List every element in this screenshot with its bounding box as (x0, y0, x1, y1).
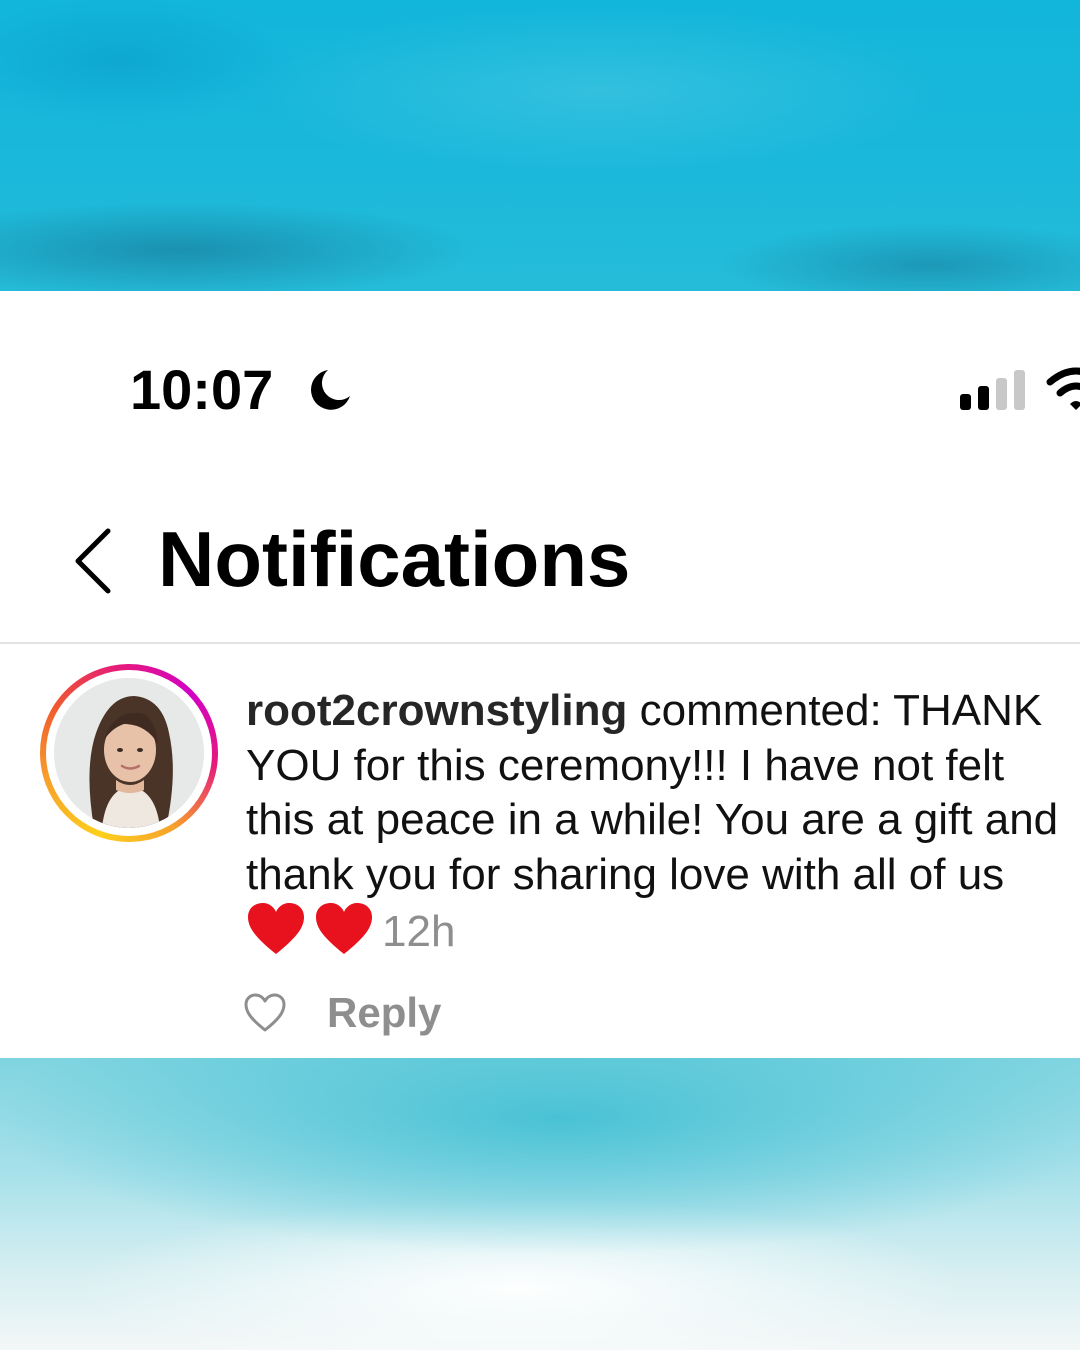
page-title: Notifications (158, 515, 631, 603)
ocean-background-top (0, 0, 1080, 291)
timestamp: 12h (382, 907, 456, 956)
avatar-portrait (54, 678, 204, 828)
red-heart-emoji (248, 903, 304, 954)
action-text: commented: (627, 686, 882, 735)
avatar[interactable] (54, 678, 204, 828)
reply-button[interactable]: Reply (327, 989, 441, 1036)
ocean-background-bottom (0, 1058, 1080, 1350)
red-heart-emoji (316, 903, 372, 954)
chevron-left-icon[interactable] (70, 525, 116, 595)
signal-icon (960, 370, 1025, 410)
status-time: 10:07 (130, 358, 274, 421)
notification-comment[interactable]: root2crownstyling commented: THANK YOU f… (246, 684, 1066, 960)
heart-outline-icon[interactable] (244, 993, 286, 1033)
moon-icon (310, 370, 350, 410)
username-link[interactable]: root2crownstyling (246, 686, 627, 735)
wifi-icon (1046, 367, 1080, 410)
header-divider (0, 642, 1080, 644)
